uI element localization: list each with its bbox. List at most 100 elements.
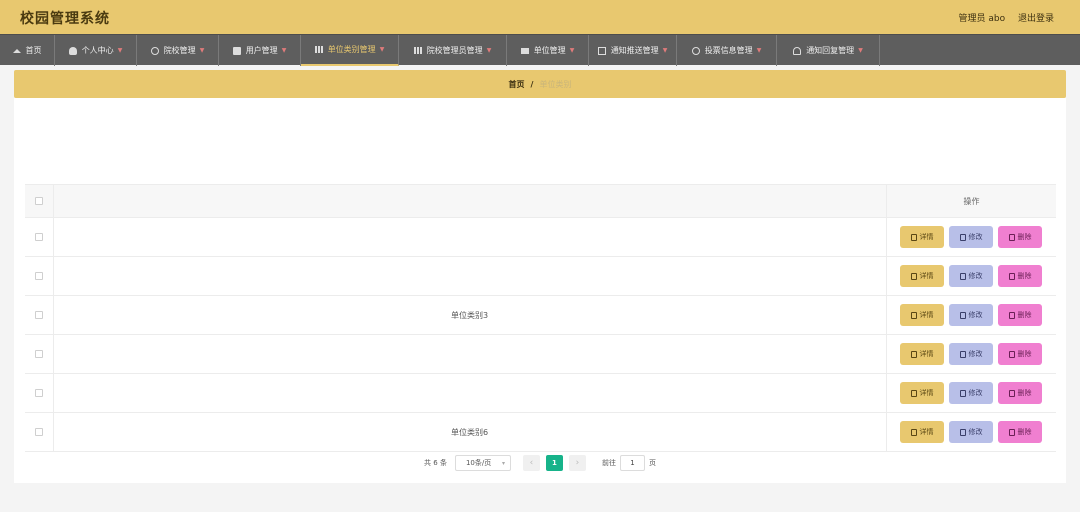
logout-link[interactable]: 退出登录 <box>1018 14 1054 24</box>
trash-icon <box>1008 272 1015 280</box>
trash-icon <box>1008 389 1015 397</box>
table-row: 详情 修改 删除 <box>25 218 1056 257</box>
table-row: 详情 修改 删除 <box>25 335 1056 374</box>
row-checkbox[interactable] <box>35 428 43 436</box>
caret-down-icon: ▼ <box>199 47 205 54</box>
detail-button[interactable]: 详情 <box>900 421 944 443</box>
table-row: 单位类别3 详情 修改 删除 <box>25 296 1056 335</box>
delete-button[interactable]: 删除 <box>998 304 1042 326</box>
trash-icon <box>1008 233 1015 241</box>
caret-down-icon: ▼ <box>117 47 123 54</box>
caret-down-icon: ▼ <box>756 47 762 54</box>
detail-button[interactable]: 详情 <box>900 226 944 248</box>
detail-button-label: 详情 <box>919 272 934 280</box>
pencil-icon <box>959 350 966 358</box>
edit-button[interactable]: 修改 <box>949 226 993 248</box>
trash-icon <box>1008 311 1015 319</box>
nav-item-label: 院校管理 <box>163 46 196 55</box>
pencil-icon <box>959 233 966 241</box>
row-checkbox[interactable] <box>35 389 43 397</box>
table-header-row: 操作 <box>25 185 1056 218</box>
category-name-cell: 单位类别6 <box>450 428 489 437</box>
clock-icon <box>691 46 700 55</box>
nav-item-5[interactable]: 院校管理员管理 ▼ <box>399 35 507 66</box>
edit-button[interactable]: 修改 <box>949 265 993 287</box>
edit-button[interactable]: 修改 <box>949 421 993 443</box>
document-icon <box>910 311 917 319</box>
prev-page-button[interactable]: ‹ <box>522 455 540 471</box>
detail-button-label: 详情 <box>919 311 934 319</box>
edit-button-label: 修改 <box>968 428 983 436</box>
message-box-icon <box>597 46 606 55</box>
nav-item-7[interactable]: 通知推送管理 ▼ <box>589 35 677 66</box>
document-icon <box>910 350 917 358</box>
current-user-label: 管理员 abo <box>958 14 1006 24</box>
top-header: 校园管理系统 管理员 abo 退出登录 <box>0 0 1080 34</box>
pencil-icon <box>959 311 966 319</box>
edit-button[interactable]: 修改 <box>949 382 993 404</box>
detail-button[interactable]: 详情 <box>900 382 944 404</box>
page-size-value: 10条/页 <box>465 459 492 467</box>
detail-button[interactable]: 详情 <box>900 265 944 287</box>
delete-button[interactable]: 删除 <box>998 265 1042 287</box>
content-panel: 操作 详情 修改 删除 详情 修改 删除 单位类别3 详情 修改 删除 详情 修改 删除 详情 修改 删除 单位… <box>14 98 1066 483</box>
delete-button-label: 删除 <box>1017 272 1032 280</box>
delete-button[interactable]: 删除 <box>998 343 1042 365</box>
row-actions: 详情 修改 删除 <box>900 265 1042 287</box>
pencil-icon <box>959 428 966 436</box>
pencil-icon <box>959 272 966 280</box>
nav-item-6[interactable]: 单位管理 ▼ <box>507 35 589 66</box>
stats-icon <box>413 47 422 54</box>
bar-chart-icon <box>314 46 323 53</box>
table-row: 详情 修改 删除 <box>25 374 1056 413</box>
nav-item-label: 个人中心 <box>81 46 114 55</box>
nav-item-1[interactable]: 个人中心 ▼ <box>55 35 137 66</box>
row-checkbox[interactable] <box>35 311 43 319</box>
caret-down-icon: ▼ <box>858 47 863 54</box>
row-checkbox[interactable] <box>35 350 43 358</box>
edit-button-label: 修改 <box>968 350 983 358</box>
goto-suffix: 页 <box>648 459 656 467</box>
select-all-checkbox[interactable] <box>35 197 43 205</box>
row-checkbox[interactable] <box>35 272 43 280</box>
detail-button[interactable]: 详情 <box>900 343 944 365</box>
nav-item-label: 投票信息管理 <box>704 46 753 55</box>
delete-button[interactable]: 删除 <box>998 226 1042 248</box>
edit-button[interactable]: 修改 <box>949 304 993 326</box>
table-row: 详情 修改 删除 <box>25 257 1056 296</box>
caret-down-icon: ▼ <box>379 46 385 53</box>
nav-item-3[interactable]: 用户管理 ▼ <box>219 35 301 66</box>
detail-button-label: 详情 <box>919 350 934 358</box>
document-icon <box>910 272 917 280</box>
edit-button-label: 修改 <box>968 311 983 319</box>
next-page-button[interactable]: › <box>568 455 586 471</box>
breadcrumb-home[interactable]: 首页 <box>509 79 525 90</box>
breadcrumb-separator: / <box>530 79 534 89</box>
row-checkbox[interactable] <box>35 233 43 241</box>
goto-page-input[interactable] <box>619 455 645 471</box>
nav-item-label: 通知回复管理 <box>806 46 855 55</box>
breadcrumb: 首页 / 单位类别 <box>14 70 1066 98</box>
delete-button-label: 删除 <box>1017 350 1032 358</box>
page-size-select[interactable]: 10条/页 ▾ <box>454 455 511 471</box>
delete-button[interactable]: 删除 <box>998 382 1042 404</box>
nav-item-2[interactable]: 院校管理 ▼ <box>137 35 219 66</box>
detail-button-label: 详情 <box>919 428 934 436</box>
edit-button[interactable]: 修改 <box>949 343 993 365</box>
breadcrumb-current: 单位类别 <box>539 79 572 89</box>
user-area: 管理员 abo 退出登录 <box>949 11 1055 24</box>
nav-item-label: 单位管理 <box>533 46 566 55</box>
nav-item-4[interactable]: 单位类别管理 ▼ <box>301 35 399 66</box>
row-actions: 详情 修改 删除 <box>900 382 1042 404</box>
pagination: 共 6 条 10条/页 ▾ ‹ 1 › 前往 页 <box>14 455 1066 471</box>
trash-icon <box>1008 350 1015 358</box>
nav-item-0[interactable]: 首页 <box>0 35 55 66</box>
caret-down-icon: ▼ <box>281 47 287 54</box>
nav-item-8[interactable]: 投票信息管理 ▼ <box>677 35 777 66</box>
delete-button-label: 删除 <box>1017 233 1032 241</box>
page-number-current[interactable]: 1 <box>545 455 563 471</box>
delete-button[interactable]: 删除 <box>998 421 1042 443</box>
document-icon <box>910 233 917 241</box>
detail-button[interactable]: 详情 <box>900 304 944 326</box>
nav-item-9[interactable]: 通知回复管理 ▼ <box>777 35 880 66</box>
